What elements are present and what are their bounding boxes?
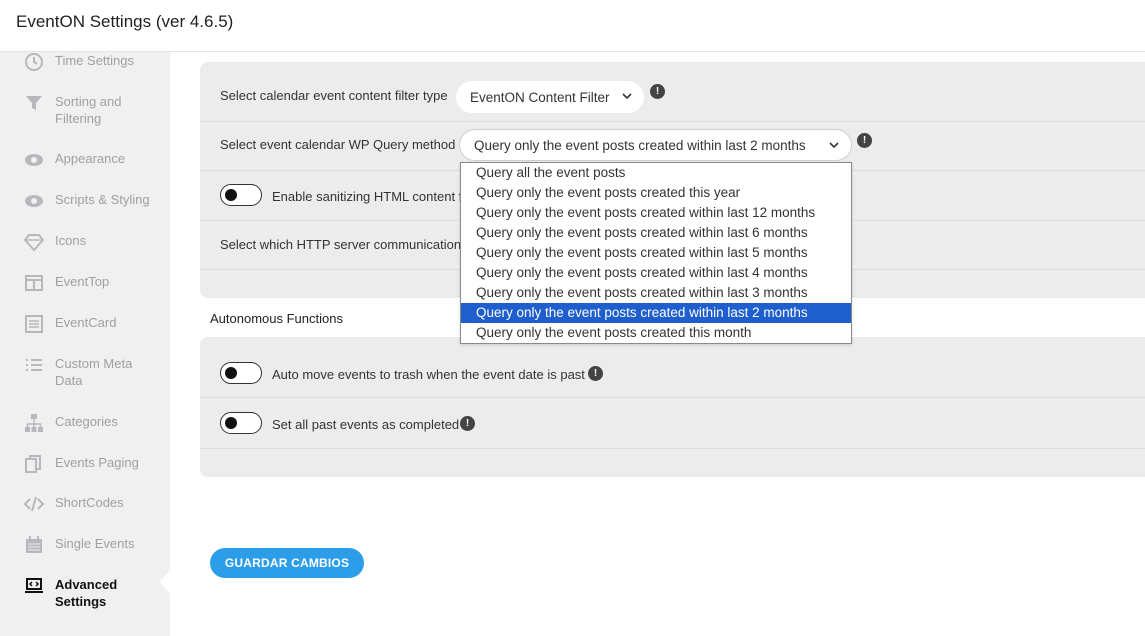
trash-row: Auto move events to trash when the event… [200, 337, 1145, 398]
sidebar-item-label: Time Settings [55, 53, 134, 68]
query-method-dropdown: Query all the event posts Query only the… [460, 162, 852, 344]
sidebar-item-label: Scripts & Styling [55, 192, 150, 207]
sidebar-item-label: Icons [55, 233, 87, 248]
content-filter-value: EventON Content Filter [470, 89, 610, 105]
eye-icon [24, 191, 44, 211]
settings-panel-autonomous: Auto move events to trash when the event… [200, 337, 1145, 477]
chevron-down-icon [829, 142, 839, 149]
dropdown-option[interactable]: Query only the event posts created withi… [461, 263, 851, 283]
sanitize-toggle[interactable] [220, 184, 262, 206]
info-icon[interactable]: ! [857, 133, 872, 148]
toggle-knob [225, 367, 237, 379]
sidebar-item-advanced-settings[interactable]: Advanced Settings [0, 576, 170, 610]
eye-icon [24, 150, 44, 170]
toggle-knob [225, 417, 237, 429]
sidebar-item-label: EventCard [55, 315, 117, 330]
chevron-down-icon [622, 93, 632, 100]
columns-icon [24, 273, 44, 293]
content-filter-select[interactable]: EventON Content Filter [456, 81, 644, 113]
copy-icon [24, 454, 44, 474]
sidebar-item-eventcard[interactable]: EventCard [0, 314, 170, 334]
http-method-label: Select which HTTP server communication [220, 237, 462, 252]
toggle-knob [225, 189, 237, 201]
calendar-icon [24, 535, 44, 555]
save-button[interactable]: GUARDAR CAMBIOS [210, 548, 364, 578]
trash-toggle[interactable] [220, 362, 262, 384]
dropdown-option[interactable]: Query only the event posts created this … [461, 183, 851, 203]
query-method-label: Select event calendar WP Query method [220, 137, 456, 152]
page-title: EventON Settings (ver 4.6.5) [16, 12, 234, 31]
sidebar-item-label: Events Paging [55, 455, 139, 470]
dropdown-option[interactable]: Query only the event posts created withi… [461, 283, 851, 303]
info-icon[interactable]: ! [588, 366, 603, 381]
sidebar-item-time-settings[interactable]: Time Settings [0, 52, 170, 72]
laptop-code-icon [24, 576, 44, 596]
sidebar-item-shortcodes[interactable]: ShortCodes [0, 494, 170, 514]
code-icon [24, 494, 44, 514]
autonomous-functions-title: Autonomous Functions [210, 311, 343, 326]
sidebar-item-single-events[interactable]: Single Events [0, 535, 170, 555]
completed-toggle[interactable] [220, 412, 262, 434]
info-icon[interactable]: ! [460, 416, 475, 431]
sidebar-item-custom-meta-data[interactable]: Custom Meta Data [0, 355, 170, 389]
sidebar-item-sorting-filtering[interactable]: Sorting and Filtering [0, 93, 170, 127]
sidebar-item-label: EventTop [55, 274, 110, 289]
header-bar: EventON Settings (ver 4.6.5) [0, 0, 1145, 52]
query-method-select[interactable]: Query only the event posts created withi… [459, 129, 852, 161]
sitemap-icon [24, 413, 44, 433]
info-icon[interactable]: ! [650, 84, 665, 99]
sidebar-item-categories[interactable]: Categories [0, 413, 170, 433]
sidebar-item-label: Advanced Settings [55, 577, 118, 609]
content-filter-label: Select calendar event content filter typ… [220, 88, 448, 103]
sidebar-item-icons[interactable]: Icons [0, 232, 170, 252]
list-icon [24, 355, 44, 375]
sidebar-item-label: Custom Meta Data [55, 356, 133, 388]
sidebar-item-label: Appearance [55, 151, 126, 166]
content-filter-row: Select calendar event content filter typ… [200, 62, 1145, 122]
completed-row: Set all past events as completed ! [200, 398, 1145, 449]
clock-icon [24, 52, 44, 72]
sidebar-item-label: Sorting and Filtering [55, 94, 122, 126]
sidebar-item-scripts-styling[interactable]: Scripts & Styling [0, 191, 170, 211]
dropdown-option[interactable]: Query only the event posts created this … [461, 323, 851, 343]
sanitize-label: Enable sanitizing HTML content f [272, 189, 463, 204]
sidebar-item-label: ShortCodes [55, 495, 124, 510]
sidebar-item-eventtop[interactable]: EventTop [0, 273, 170, 293]
sidebar-item-appearance[interactable]: Appearance [0, 150, 170, 170]
dropdown-option-selected[interactable]: Query only the event posts created withi… [461, 303, 851, 323]
sidebar-item-label: Single Events [55, 536, 135, 551]
query-method-value: Query only the event posts created withi… [474, 137, 806, 153]
dropdown-option[interactable]: Query only the event posts created withi… [461, 223, 851, 243]
filter-icon [24, 93, 44, 113]
dropdown-option[interactable]: Query only the event posts created withi… [461, 203, 851, 223]
dropdown-option[interactable]: Query only the event posts created withi… [461, 243, 851, 263]
active-indicator [160, 570, 170, 594]
diamond-icon [24, 232, 44, 252]
dropdown-option[interactable]: Query all the event posts [461, 163, 851, 183]
sidebar-item-events-paging[interactable]: Events Paging [0, 454, 170, 474]
completed-label: Set all past events as completed [272, 417, 460, 432]
settings-page: EventON Settings (ver 4.6.5) Time Settin… [0, 0, 1145, 636]
sidebar: Time Settings Sorting and Filtering Appe… [0, 52, 170, 636]
sidebar-item-label: Categories [55, 414, 118, 429]
trash-label: Auto move events to trash when the event… [272, 367, 585, 382]
list-box-icon [24, 314, 44, 334]
